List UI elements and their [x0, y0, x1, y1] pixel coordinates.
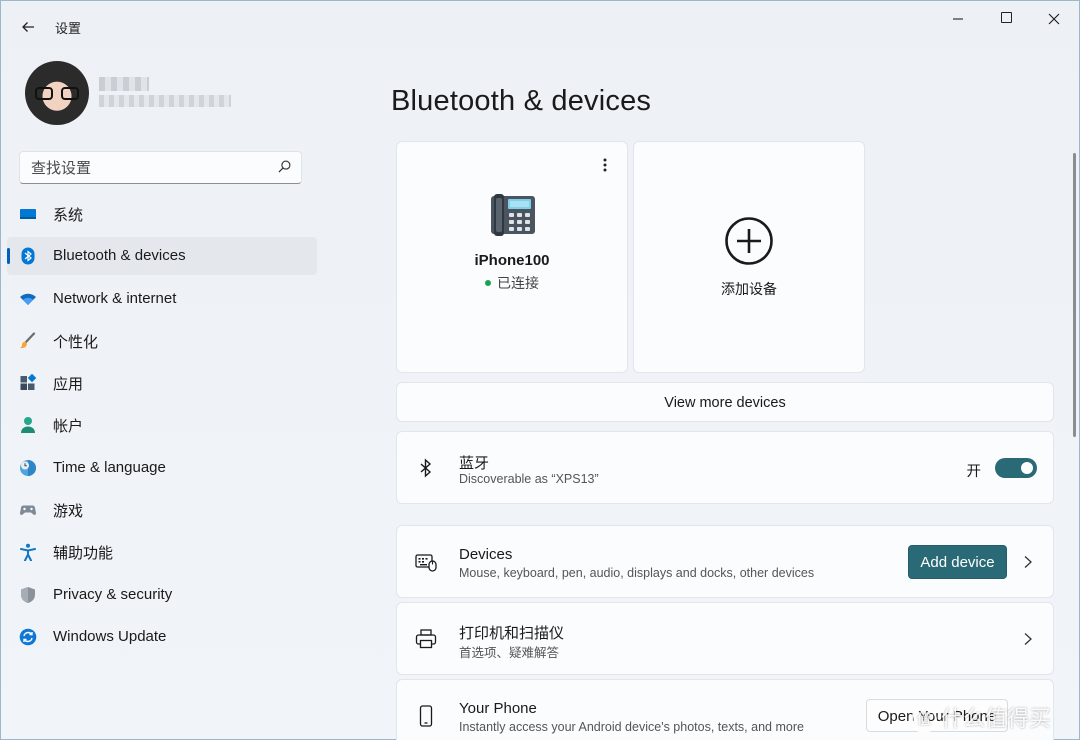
sidebar-item-apps[interactable]: 应用 [7, 364, 317, 402]
profile-info-blurred [99, 77, 231, 111]
settings-window: 设置 系统 [0, 0, 1080, 740]
chevron-right-icon[interactable] [1023, 555, 1033, 569]
devices-subtitle: Mouse, keyboard, pen, audio, displays an… [459, 566, 815, 580]
add-device-button[interactable]: Add device [908, 545, 1007, 579]
sidebar-item-time-language[interactable]: Time & language [7, 449, 317, 487]
apps-icon [20, 374, 37, 391]
maximize-icon [1000, 11, 1012, 23]
avatar-glasses [35, 87, 79, 101]
watermark-text: 什么值得买 [941, 707, 1052, 732]
sidebar-item-network-internet[interactable]: Network & internet [7, 280, 317, 318]
printer-icon [415, 629, 437, 649]
update-icon [19, 628, 37, 646]
printers-scanners-row[interactable]: 打印机和扫描仪 首选项、疑难解答 [396, 602, 1054, 675]
keyboard-mouse-icon [415, 554, 437, 572]
minimize-icon [953, 18, 963, 20]
add-circle-icon [725, 217, 773, 265]
watermark-logo-icon: 值 [911, 707, 937, 733]
add-device-card[interactable]: 添加设备 [633, 141, 865, 373]
sidebar-item-label: 游戏 [53, 502, 84, 521]
sidebar-item-accounts[interactable]: 帐户 [7, 406, 317, 444]
sidebar-item-label: Network & internet [53, 289, 177, 307]
your-phone-title: Your Phone [459, 700, 537, 717]
more-options-icon[interactable] [597, 158, 613, 176]
brush-icon [20, 332, 36, 349]
avatar[interactable] [25, 61, 89, 125]
connected-dot-icon [485, 279, 491, 286]
title-bar: 设置 [1, 1, 1080, 41]
sidebar-item-label: Windows Update [53, 627, 167, 645]
device-status: 已连接 [397, 273, 627, 293]
mobile-phone-icon [419, 705, 433, 727]
minimize-button[interactable] [935, 7, 981, 31]
gamepad-icon [19, 505, 37, 516]
device-card[interactable]: iPhone100 已连接 [396, 141, 628, 373]
close-icon [1048, 13, 1060, 25]
sidebar-item-label: Privacy & security [53, 585, 173, 603]
sidebar-item-bluetooth-devices[interactable]: Bluetooth & devices [7, 237, 317, 276]
person-icon [21, 417, 35, 434]
globe-clock-icon [20, 459, 36, 476]
search-icon[interactable] [278, 160, 291, 173]
maximize-button[interactable] [983, 7, 1029, 31]
sidebar-item-gaming[interactable]: 游戏 [7, 491, 317, 529]
view-more-devices-button[interactable]: View more devices [396, 382, 1054, 422]
sidebar-item-label: 系统 [53, 206, 84, 224]
monitor-icon [20, 209, 36, 219]
page-title: Bluetooth & devices [391, 85, 652, 117]
bluetooth-icon [420, 458, 432, 478]
sidebar-item-label: Time & language [53, 458, 166, 476]
bluetooth-toggle[interactable] [995, 458, 1037, 478]
bluetooth-row: 蓝牙 Discoverable as “XPS13” 开 [396, 431, 1054, 504]
devices-title: Devices [459, 546, 513, 563]
scrollbar[interactable] [1073, 153, 1076, 437]
add-device-label: 添加设备 [721, 282, 777, 298]
watermark: 值什么值得买 [911, 701, 1051, 733]
sidebar-item-windows-update[interactable]: Windows Update [7, 618, 317, 656]
sidebar-item-label: 帐户 [53, 417, 84, 436]
desk-phone-icon [491, 194, 535, 236]
bluetooth-toggle-label: 开 [966, 464, 982, 480]
sidebar-item-label: 应用 [53, 375, 84, 394]
device-status-text: 已连接 [497, 276, 539, 292]
search-box[interactable] [19, 151, 302, 184]
close-button[interactable] [1031, 7, 1077, 31]
accessibility-icon [20, 544, 36, 562]
sidebar-nav: 系统 Bluetooth & devices Network & interne… [7, 195, 317, 660]
sidebar-item-privacy-security[interactable]: Privacy & security [7, 576, 317, 614]
back-arrow-icon [22, 22, 34, 33]
device-name: iPhone100 [474, 252, 550, 269]
printers-subtitle: 首选项、疑难解答 [459, 645, 560, 660]
sidebar-item-personalization[interactable]: 个性化 [7, 322, 317, 360]
shield-icon [21, 586, 35, 603]
bluetooth-icon [21, 247, 35, 265]
chevron-right-icon[interactable] [1023, 632, 1033, 646]
printers-title: 打印机和扫描仪 [459, 624, 565, 642]
sidebar-item-label: 个性化 [53, 332, 99, 351]
toggle-knob [1021, 462, 1033, 474]
sidebar-item-accessibility[interactable]: 辅助功能 [7, 533, 317, 571]
your-phone-subtitle: Instantly access your Android device's p… [459, 720, 804, 734]
sidebar-item-label: 辅助功能 [53, 544, 114, 563]
search-input[interactable] [31, 159, 271, 177]
bluetooth-title: 蓝牙 [459, 454, 490, 472]
window-title: 设置 [55, 22, 82, 37]
bluetooth-subtitle: Discoverable as “XPS13” [459, 472, 599, 486]
devices-row[interactable]: Devices Mouse, keyboard, pen, audio, dis… [396, 525, 1054, 598]
sidebar-item-label: Bluetooth & devices [53, 247, 186, 265]
back-button[interactable] [15, 13, 41, 39]
sidebar-item-system[interactable]: 系统 [7, 195, 317, 233]
wifi-icon [20, 293, 36, 305]
